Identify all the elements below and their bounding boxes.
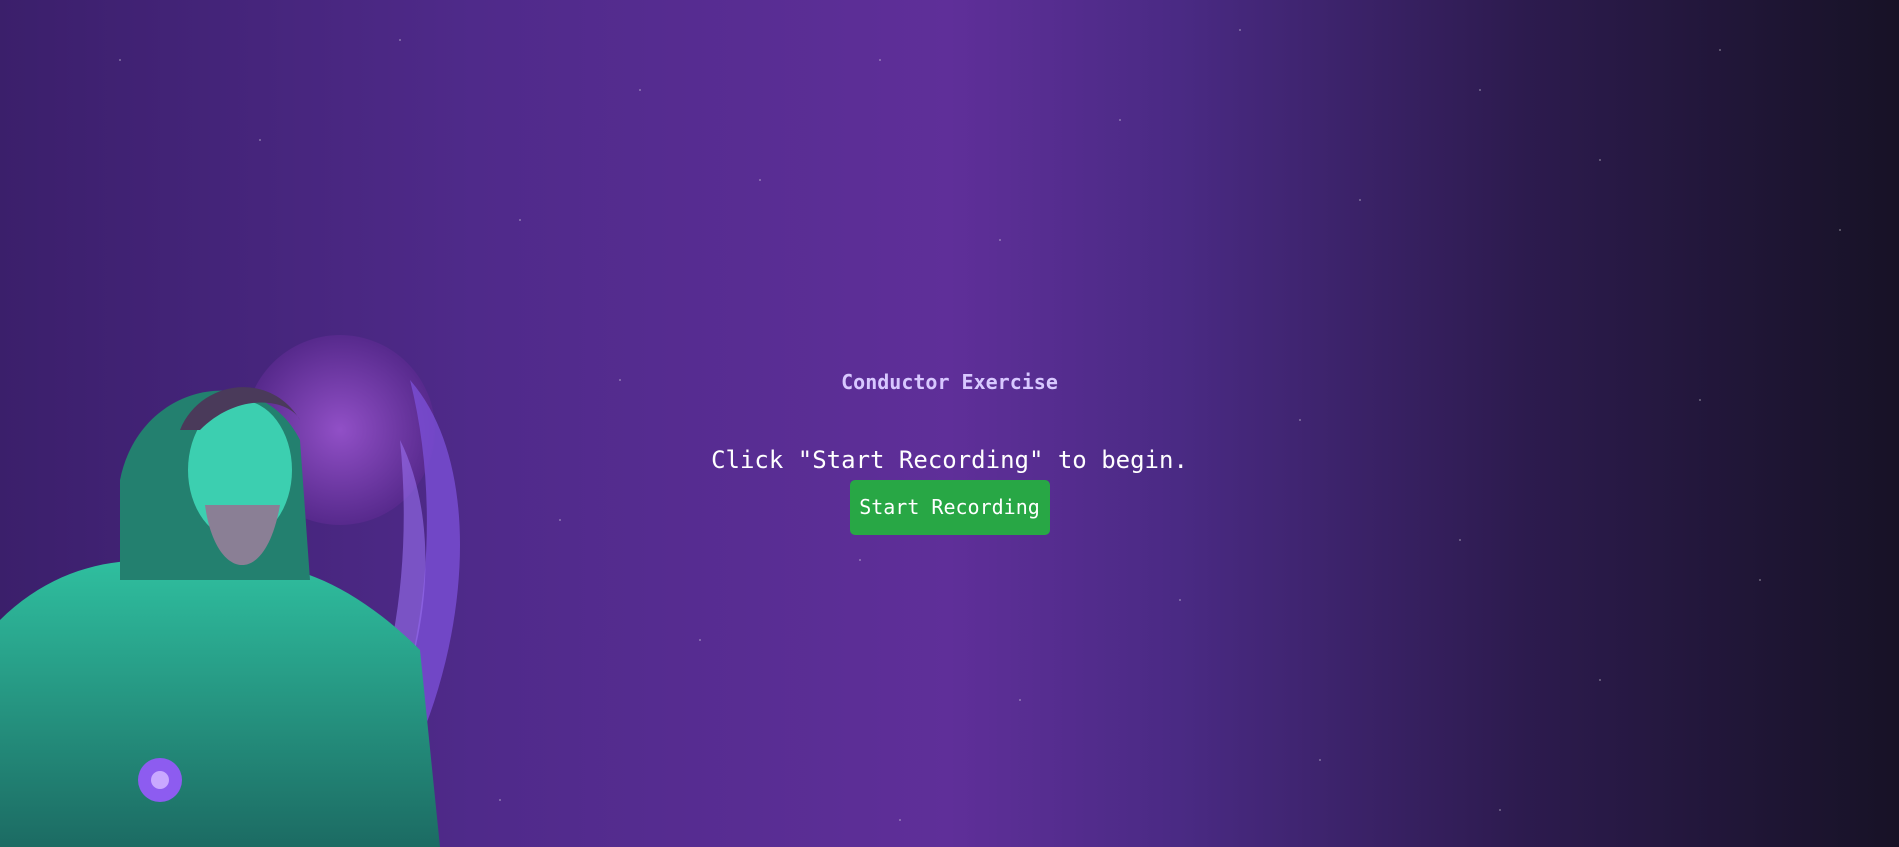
page-title: Conductor Exercise <box>841 370 1058 394</box>
instruction-text: Click "Start Recording" to begin. <box>711 446 1188 474</box>
start-recording-button[interactable]: Start Recording <box>849 480 1050 535</box>
amulet-core <box>151 771 169 789</box>
robe-shape <box>0 560 440 847</box>
main-content: Conductor Exercise Click "Start Recordin… <box>0 370 1899 535</box>
